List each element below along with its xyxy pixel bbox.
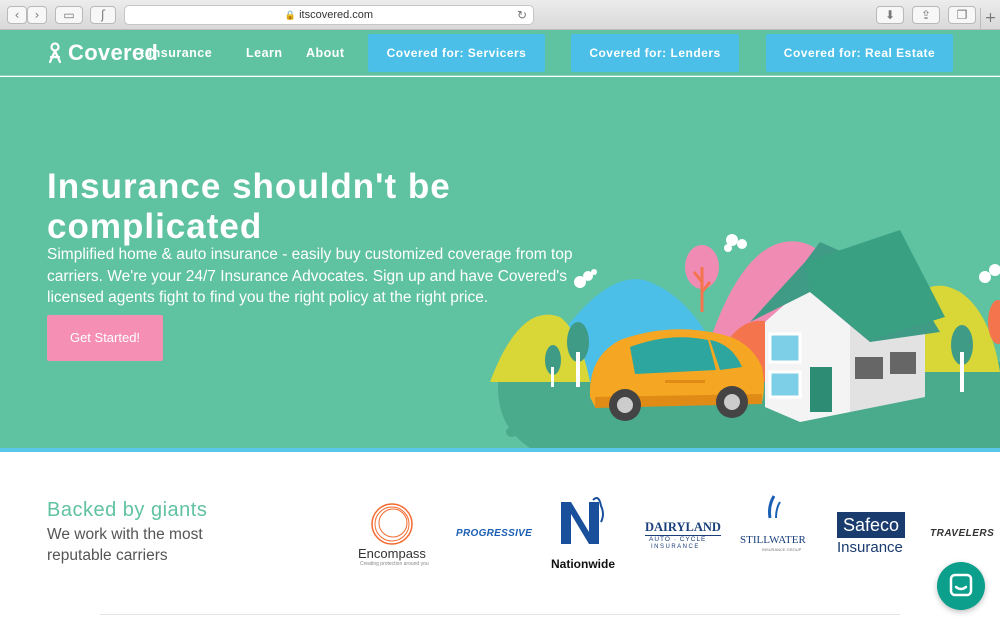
hero-illustration <box>490 230 1000 448</box>
sidebar-icon[interactable]: ▭ <box>55 6 83 24</box>
encompass-tagline: Creating protection around you <box>360 561 429 567</box>
dairyland-line3: INSURANCE <box>651 544 700 550</box>
stillwater-wave-icon <box>768 495 781 519</box>
cta-servicers[interactable]: Covered for: Servicers <box>368 34 545 72</box>
encompass-label: Encompass <box>358 546 426 561</box>
section-divider <box>100 614 900 615</box>
chat-launcher-button[interactable] <box>937 562 985 610</box>
progressive-label: PROGRESSIVE <box>456 528 533 539</box>
lock-icon: 🔒 <box>284 10 297 20</box>
stillwater-label: STILLWATER <box>740 534 806 546</box>
hero-bottom-band <box>0 448 1000 452</box>
url-text: itscovered.com <box>299 9 374 21</box>
back-icon[interactable]: ‹ <box>7 6 27 24</box>
safeco-label: Safeco <box>837 512 905 538</box>
safeco-line2: Insurance <box>837 539 903 556</box>
extension-icon[interactable]: ʃ <box>90 6 116 24</box>
new-tab-icon[interactable]: + <box>980 8 1000 30</box>
nationwide-eagle-icon <box>561 497 604 544</box>
cta-real-estate[interactable]: Covered for: Real Estate <box>766 34 953 72</box>
carrier-progressive: PROGRESSIVE <box>456 492 532 576</box>
travelers-label: TRAVELERS <box>930 528 995 539</box>
dairyland-label: DAIRYLAND <box>645 520 721 536</box>
nav-learn[interactable]: Learn <box>246 46 283 60</box>
carrier-logos: Encompass Creating protection around you… <box>352 492 1000 576</box>
carrier-safeco: Safeco Insurance <box>837 492 907 576</box>
carrier-dairyland: DAIRYLAND AUTO · CYCLE INSURANCE <box>645 492 721 576</box>
tabs-icon[interactable]: ❐ <box>948 6 976 24</box>
carrier-nationwide: Nationwide <box>549 492 619 576</box>
carriers-title: Backed by giants <box>47 499 208 521</box>
forward-icon[interactable]: › <box>27 6 47 24</box>
download-icon[interactable]: ⬇ <box>876 6 904 24</box>
browser-toolbar: ‹ › ▭ ʃ 🔒 itscovered.com ↻ ⬇ ⇪ ❐ + <box>0 0 1000 30</box>
stillwater-line2: INSURANCE GROUP <box>762 547 802 552</box>
carriers-subtitle: We work with the most reputable carriers <box>47 526 203 564</box>
cta-lenders[interactable]: Covered for: Lenders <box>571 34 739 72</box>
share-icon[interactable]: ⇪ <box>912 6 940 24</box>
carrier-encompass: Encompass Creating protection around you <box>352 492 432 576</box>
nav-about[interactable]: About <box>306 46 345 60</box>
site-header: Covered t Insurance Learn About Covered … <box>0 30 1000 76</box>
reload-icon[interactable]: ↻ <box>517 6 527 24</box>
nationwide-label: Nationwide <box>551 557 616 571</box>
carrier-stillwater: STILLWATER INSURANCE GROUP <box>740 492 815 576</box>
encompass-rings-icon <box>371 503 413 545</box>
address-bar[interactable]: 🔒 itscovered.com ↻ <box>124 5 534 25</box>
covered-person-icon <box>48 42 62 64</box>
chat-icon <box>949 573 973 597</box>
dairyland-line2: AUTO · CYCLE <box>649 536 707 543</box>
hero-section: Insurance shouldn't be complicated Simpl… <box>0 77 1000 448</box>
get-started-button[interactable]: Get Started! <box>47 315 163 361</box>
nav-insurance[interactable]: t Insurance <box>140 46 212 60</box>
